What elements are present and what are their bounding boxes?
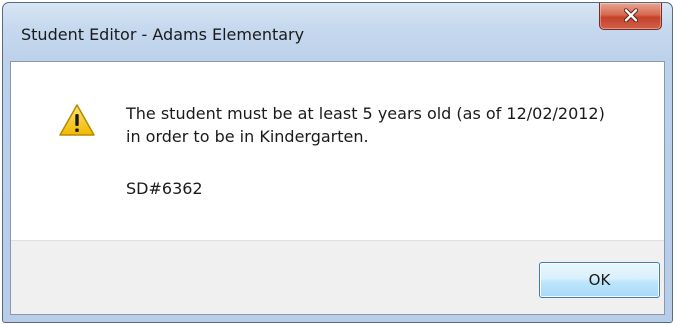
message-area: The student must be at least 5 years old… [11,62,664,240]
title-bar[interactable]: Student Editor - Adams Elementary [3,3,672,61]
window-title: Student Editor - Adams Elementary [21,25,305,44]
dialog-window: Student Editor - Adams Elementary The st… [2,2,673,323]
close-button[interactable] [599,3,662,30]
warning-icon [59,104,95,136]
message-line-1: The student must be at least 5 years old… [126,104,605,123]
ok-button[interactable]: OK [539,262,660,298]
error-code: SD#6362 [126,179,203,198]
message-text: The student must be at least 5 years old… [126,102,605,148]
close-icon [623,8,638,23]
message-line-2: in order to be in Kindergarten. [126,127,369,146]
dialog-body: The student must be at least 5 years old… [10,61,665,315]
